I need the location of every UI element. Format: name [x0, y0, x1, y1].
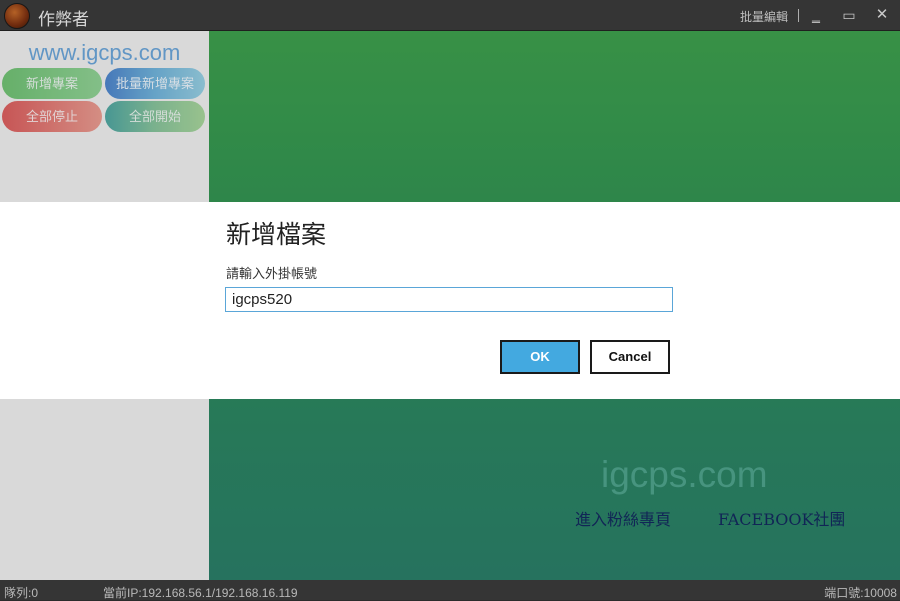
account-input[interactable] [225, 287, 673, 312]
ok-button[interactable]: OK [500, 340, 580, 374]
dialog-title: 新增檔案 [226, 220, 327, 249]
new-file-dialog: 新增檔案 請輸入外掛帳號 OK Cancel [0, 202, 900, 399]
account-label: 請輸入外掛帳號 [226, 266, 318, 281]
cancel-button[interactable]: Cancel [590, 340, 670, 374]
